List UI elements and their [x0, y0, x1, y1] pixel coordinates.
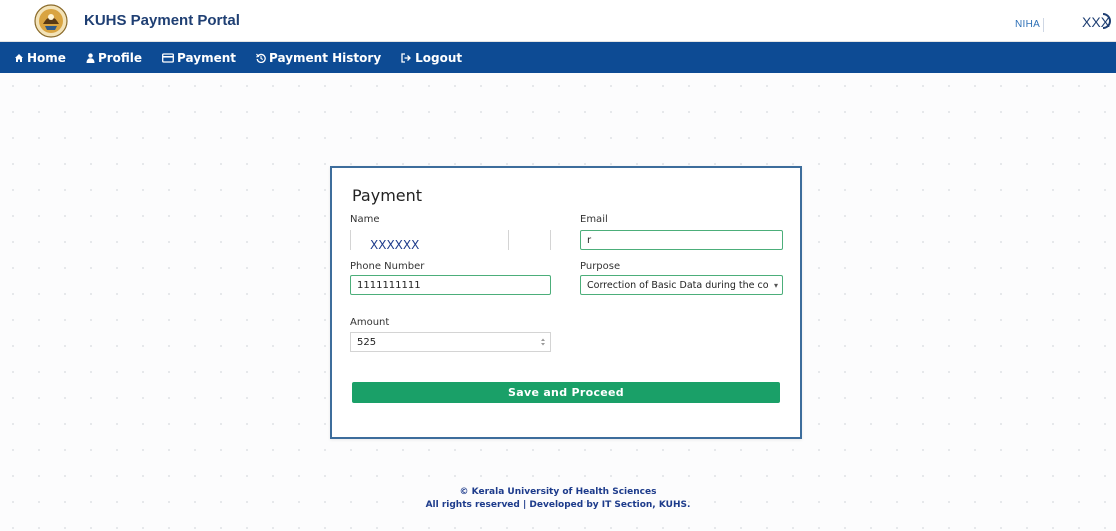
payment-form-card: Payment Name XXXXXX Email r Phone Number… [330, 166, 802, 439]
nav-home[interactable]: Home [14, 51, 66, 65]
logout-icon [401, 52, 412, 63]
user-name: NIHA [1015, 19, 1041, 30]
user-icon [86, 52, 95, 63]
user-menu-icon[interactable] [1100, 12, 1114, 30]
credit-card-icon [162, 52, 174, 63]
nav-profile[interactable]: Profile [86, 51, 142, 65]
rights-text: All rights reserved | Developed by IT Se… [425, 500, 691, 510]
divider [508, 230, 509, 250]
name-label: Name [350, 214, 380, 225]
number-spinner-icon[interactable] [540, 337, 546, 347]
divider [1043, 18, 1044, 32]
amount-label: Amount [350, 317, 390, 328]
save-and-proceed-button[interactable]: Save and Proceed [352, 382, 780, 403]
nav-payment-history-label: Payment History [269, 50, 382, 65]
top-header: KUHS Payment Portal NIHA XXX [0, 0, 1116, 42]
purpose-label: Purpose [580, 261, 621, 272]
phone-value: 1111111111 [357, 279, 421, 291]
amount-value: 525 [357, 336, 377, 348]
nav-payment-history[interactable]: Payment History [256, 51, 381, 65]
form-title: Payment [352, 186, 423, 205]
page: KUHS Payment Portal NIHA XXX Home Profil… [0, 0, 1116, 531]
nav-payment[interactable]: Payment [162, 51, 236, 65]
email-field[interactable]: r [580, 230, 783, 250]
university-logo[interactable] [34, 4, 68, 38]
nav-profile-label: Profile [97, 50, 143, 65]
nav-logout[interactable]: Logout [401, 51, 462, 65]
chevron-down-icon: ▾ [773, 281, 778, 290]
nav-home-label: Home [27, 50, 66, 65]
nav-logout-label: Logout [415, 50, 463, 65]
home-icon [14, 53, 24, 63]
history-icon [256, 53, 266, 63]
amount-field[interactable]: 525 [350, 332, 551, 352]
purpose-select[interactable]: Correction of Basic Data during the cour… [580, 275, 783, 295]
purpose-value: Correction of Basic Data during the cour… [587, 279, 768, 291]
copyright-text: © Kerala University of Health Sciences [459, 487, 657, 497]
phone-field[interactable]: 1111111111 [350, 275, 551, 295]
phone-label: Phone Number [350, 261, 425, 272]
portal-title[interactable]: KUHS Payment Portal [84, 12, 240, 29]
email-value: r [587, 234, 592, 246]
email-label: Email [580, 214, 608, 225]
nav-payment-label: Payment [177, 50, 236, 65]
footer: © Kerala University of Health Sciences A… [0, 486, 1116, 512]
main-nav: Home Profile Payment Payment History Log… [0, 42, 1116, 73]
name-value: XXXXXX [370, 238, 420, 252]
